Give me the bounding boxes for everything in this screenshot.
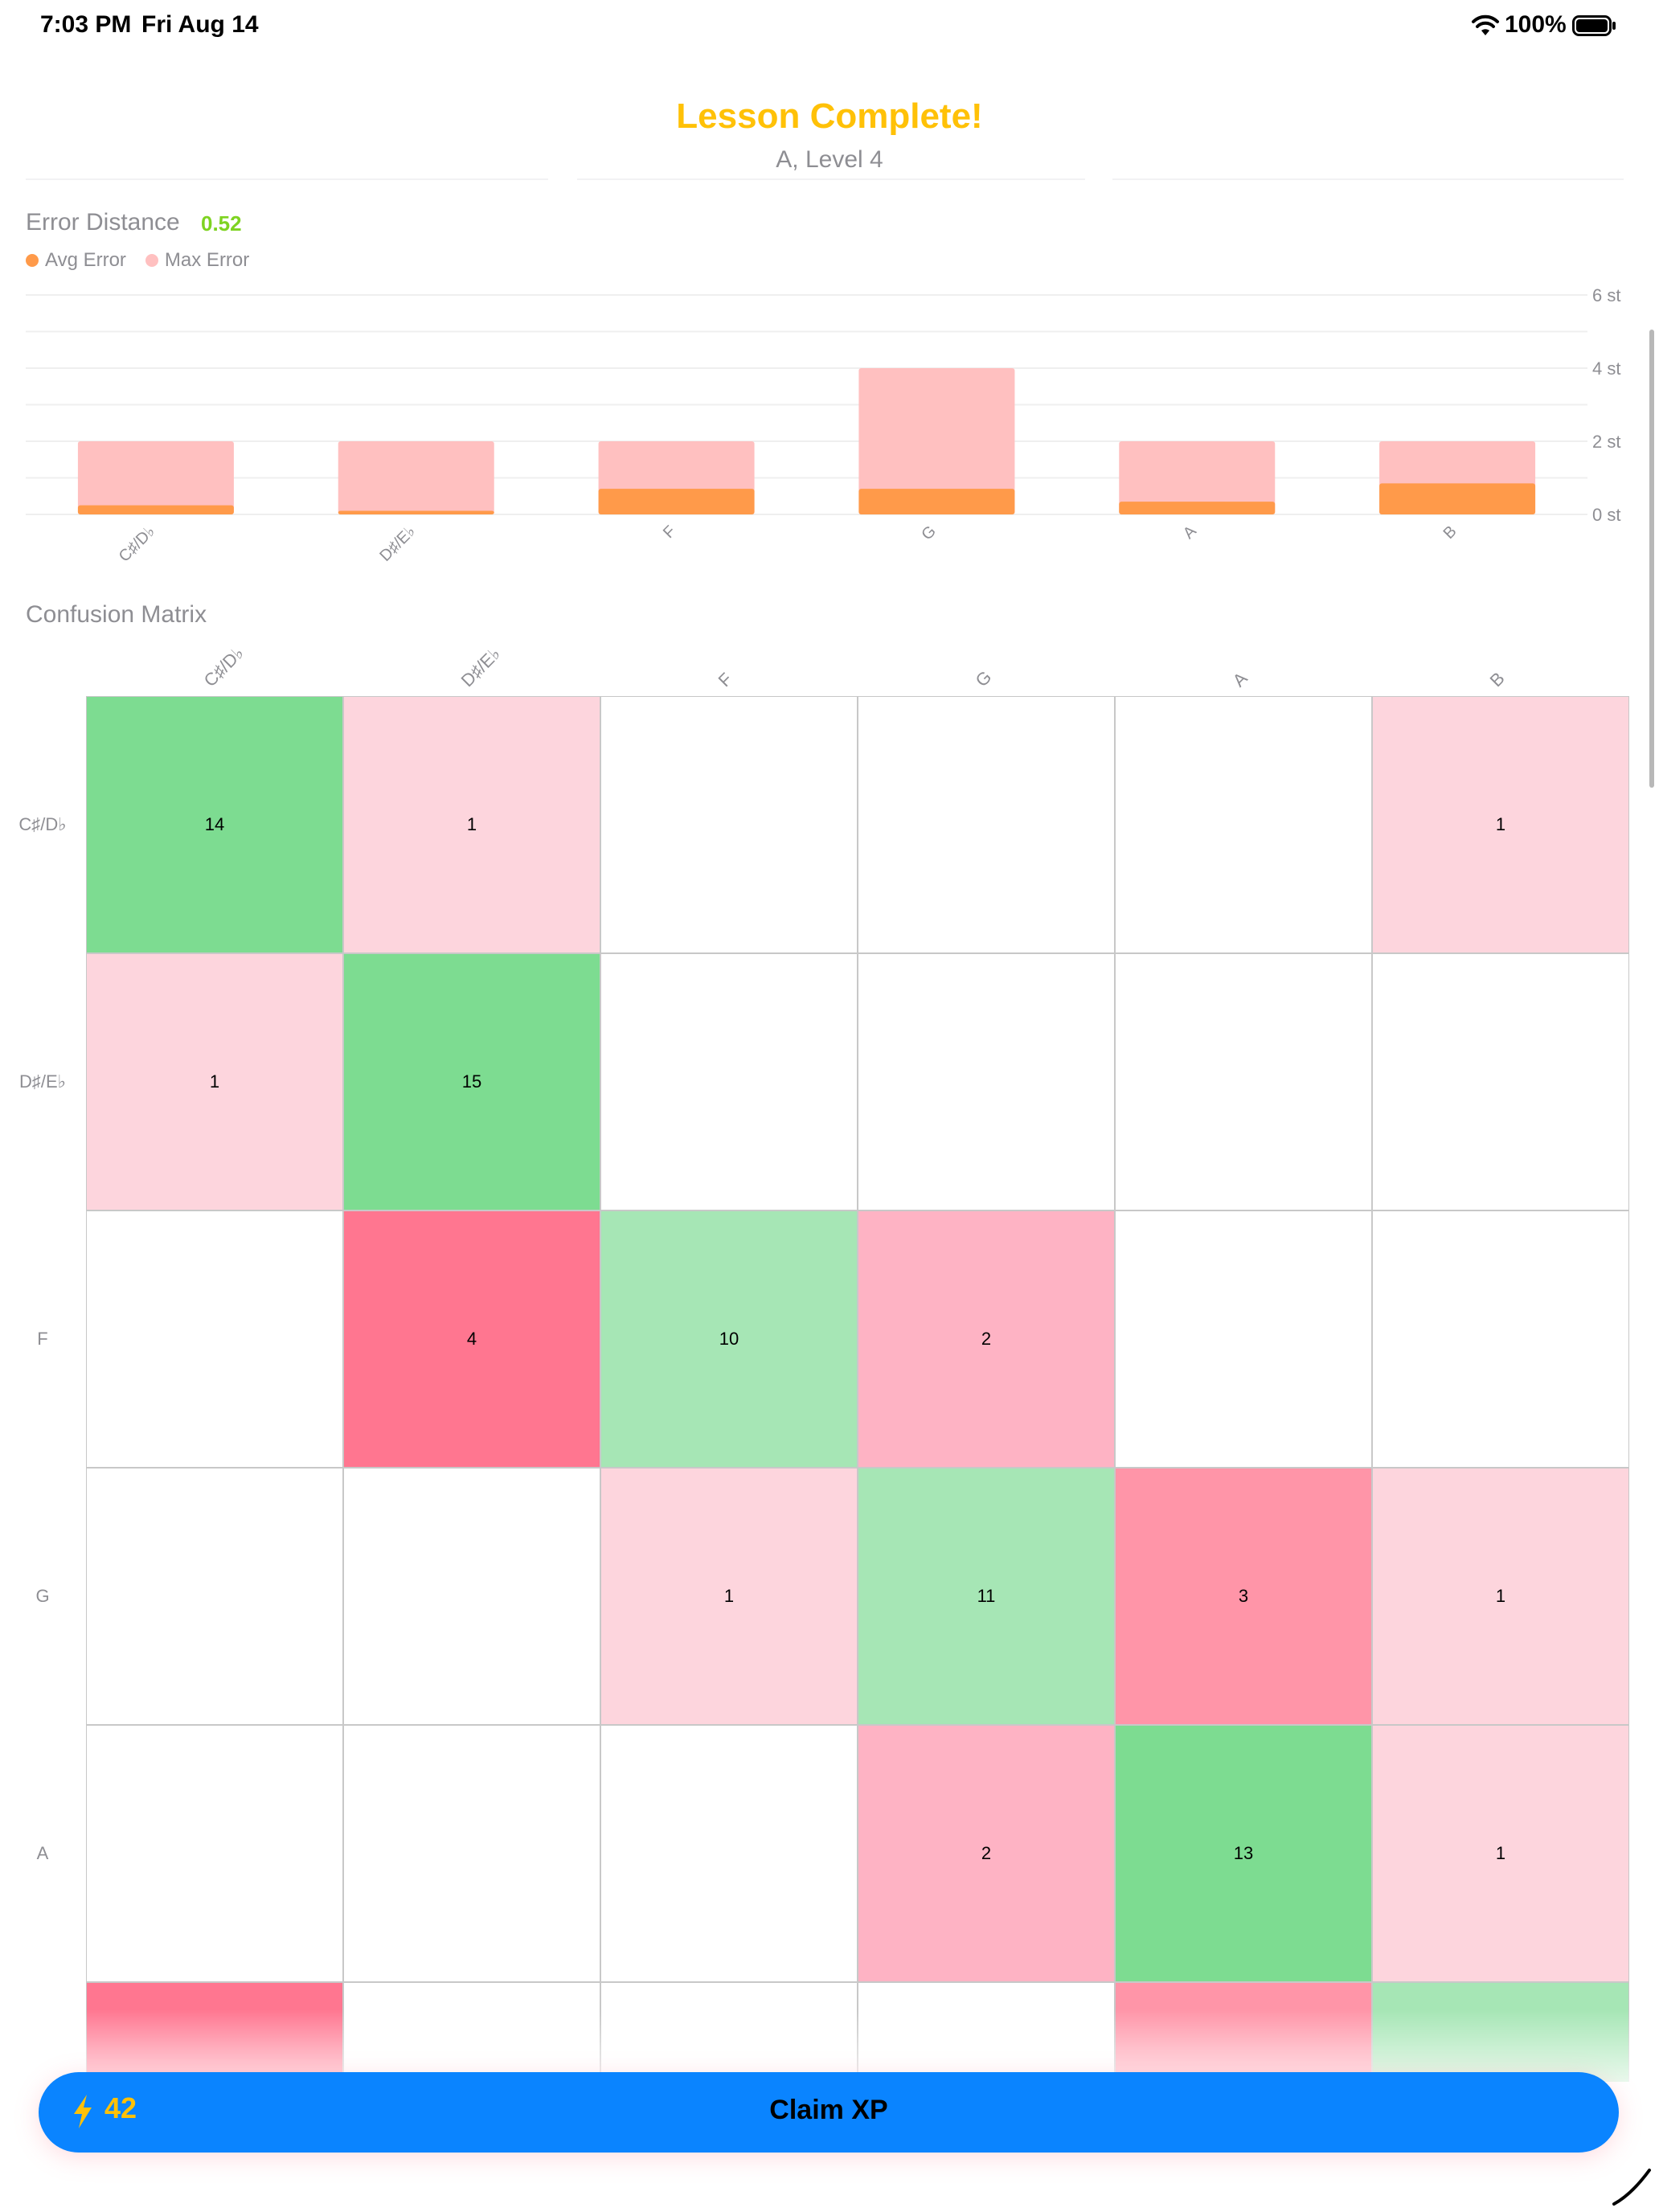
column-header-label: B bbox=[1485, 668, 1509, 691]
error-distance-value: 0.52 bbox=[201, 211, 242, 236]
column-header-label: A bbox=[1228, 668, 1251, 691]
battery-percent: 100% bbox=[1505, 11, 1567, 38]
matrix-cell: 13 bbox=[1115, 1725, 1372, 1982]
status-bar: 7:03 PM Fri Aug 14 100% bbox=[0, 0, 1659, 51]
divider bbox=[26, 178, 548, 180]
confusion-matrix-label: Confusion Matrix bbox=[26, 601, 207, 628]
matrix-cell: 10 bbox=[600, 1210, 858, 1468]
legend-item-max: Max Error bbox=[145, 249, 249, 272]
divider bbox=[577, 178, 1085, 180]
x-tick-label: D♯/E♭ bbox=[376, 522, 419, 565]
battery-icon bbox=[1572, 15, 1616, 36]
matrix-cell bbox=[600, 696, 858, 953]
row-header: G bbox=[35, 1586, 50, 1606]
bar-avg-error bbox=[858, 489, 1015, 514]
bar-avg-error bbox=[338, 510, 494, 514]
bar-avg-error bbox=[1379, 483, 1536, 514]
error-distance-label: Error Distance bbox=[26, 209, 180, 236]
column-header-label: G bbox=[971, 666, 996, 691]
matrix-cell: 4 bbox=[343, 1210, 600, 1468]
matrix-cell: 1 bbox=[86, 953, 343, 1210]
legend-dot-avg bbox=[26, 254, 39, 267]
x-tick-label: B bbox=[1440, 522, 1460, 543]
row-header: C♯/D♭ bbox=[18, 814, 67, 834]
matrix-cell bbox=[600, 1725, 858, 1982]
matrix-cell: 15 bbox=[343, 953, 600, 1210]
column-header: B bbox=[1372, 635, 1629, 696]
matrix-cell bbox=[1372, 953, 1629, 1210]
claim-xp-button[interactable]: 42 Claim XP bbox=[39, 2072, 1619, 2153]
error-distance-chart: 0 st 2 st 4 st 6 st C♯/D♭ D♯/E♭ F G A B bbox=[26, 285, 1620, 566]
matrix-cell bbox=[343, 1725, 600, 1982]
matrix-cell bbox=[858, 696, 1115, 953]
matrix-cell bbox=[1115, 1210, 1372, 1468]
claim-xp-label: Claim XP bbox=[769, 2095, 888, 2125]
legend-label-max: Max Error bbox=[164, 249, 250, 271]
bar-avg-error bbox=[1119, 502, 1276, 514]
matrix-cell bbox=[1115, 696, 1372, 953]
matrix-cell: 1 bbox=[1372, 696, 1629, 953]
row-header: F bbox=[37, 1329, 48, 1349]
matrix-cell: 11 bbox=[858, 1468, 1115, 1725]
column-header-label: C♯/D♭ bbox=[199, 642, 248, 691]
y-tick-label: 4 st bbox=[1592, 358, 1620, 379]
wifi-icon bbox=[1472, 14, 1499, 35]
column-header-label: F bbox=[714, 669, 736, 691]
x-tick-label: G bbox=[918, 522, 940, 544]
lesson-subtitle: A, Level 4 bbox=[776, 146, 883, 173]
matrix-cell bbox=[86, 1725, 343, 1982]
matrix-cell: 2 bbox=[858, 1725, 1115, 1982]
column-header: D♯/E♭ bbox=[343, 635, 600, 696]
x-tick-label: A bbox=[1180, 522, 1200, 543]
matrix-cell: 1 bbox=[1372, 1725, 1629, 1982]
legend-dot-max bbox=[145, 254, 158, 267]
matrix-cell bbox=[600, 953, 858, 1210]
column-header: G bbox=[858, 635, 1115, 696]
status-date: Fri Aug 14 bbox=[141, 11, 259, 38]
legend-label-avg: Avg Error bbox=[45, 249, 126, 271]
column-header: F bbox=[600, 635, 858, 696]
column-header: A bbox=[1115, 635, 1372, 696]
matrix-cell: 1 bbox=[343, 696, 600, 953]
matrix-cell: 2 bbox=[858, 1210, 1115, 1468]
legend-item-avg: Avg Error bbox=[26, 249, 126, 272]
matrix-cell bbox=[858, 953, 1115, 1210]
matrix-cell: 1 bbox=[600, 1468, 858, 1725]
bar-avg-error bbox=[77, 505, 234, 514]
row-header: A bbox=[36, 1843, 49, 1863]
x-tick-label: C♯/D♭ bbox=[116, 522, 159, 566]
y-tick-label: 2 st bbox=[1592, 432, 1620, 452]
matrix-cell bbox=[86, 1210, 343, 1468]
divider bbox=[1112, 178, 1624, 180]
matrix-cell: 14 bbox=[86, 696, 343, 953]
matrix-cell: 1 bbox=[1372, 1468, 1629, 1725]
chart-legend: Avg Error Max Error bbox=[26, 249, 268, 272]
matrix-cell: 3 bbox=[1115, 1468, 1372, 1725]
bar-max-error bbox=[338, 441, 494, 514]
row-header: D♯/E♭ bbox=[18, 1071, 67, 1092]
y-tick-label: 6 st bbox=[1592, 285, 1620, 305]
column-header: C♯/D♭ bbox=[86, 635, 343, 696]
matrix-cell bbox=[1115, 953, 1372, 1210]
status-time: 7:03 PM bbox=[40, 11, 132, 38]
matrix-cell bbox=[86, 1468, 343, 1725]
matrix-cell bbox=[343, 1468, 600, 1725]
column-header-label: D♯/E♭ bbox=[457, 643, 505, 691]
bar-avg-error bbox=[598, 489, 755, 514]
scrollbar[interactable] bbox=[1649, 330, 1654, 788]
page-title: Lesson Complete! bbox=[676, 96, 983, 136]
y-tick-label: 0 st bbox=[1592, 505, 1620, 525]
matrix-cell bbox=[1372, 1210, 1629, 1468]
confusion-matrix: C♯/D♭C♯/D♭D♯/E♭D♯/E♭FFGGAABB141111541021… bbox=[0, 635, 1640, 2082]
x-tick-label: F bbox=[660, 522, 679, 542]
pencil-hover-icon bbox=[1612, 2169, 1651, 2206]
bar-max-error bbox=[77, 441, 234, 514]
